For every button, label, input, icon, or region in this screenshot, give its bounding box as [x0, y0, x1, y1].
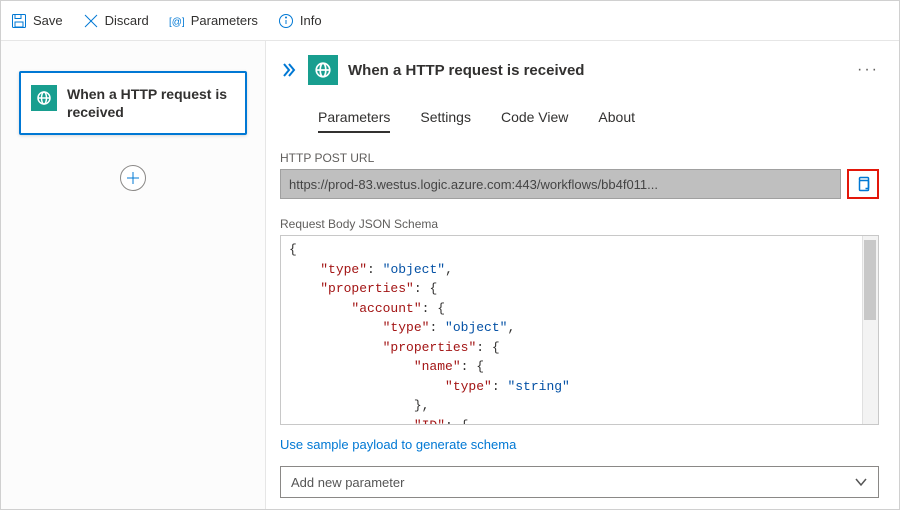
json-schema-editor[interactable]: { "type": "object", "properties": { "acc… — [280, 235, 879, 425]
discard-button[interactable]: Discard — [83, 13, 149, 29]
collapse-panel-button[interactable] — [280, 61, 298, 79]
properties-panel: When a HTTP request is received ··· Para… — [266, 41, 899, 509]
parameters-button[interactable]: [@] Parameters — [169, 13, 258, 29]
parameters-label: Parameters — [191, 13, 258, 28]
info-label: Info — [300, 13, 322, 28]
http-post-url-label: HTTP POST URL — [280, 151, 879, 165]
svg-text:[@]: [@] — [169, 17, 185, 28]
http-trigger-icon — [31, 85, 57, 111]
info-button[interactable]: Info — [278, 13, 322, 29]
discard-icon — [83, 13, 99, 29]
plus-icon — [126, 171, 140, 185]
save-button[interactable]: Save — [11, 13, 63, 29]
tab-code-view[interactable]: Code View — [501, 103, 568, 133]
panel-more-button[interactable]: ··· — [857, 61, 879, 79]
double-chevron-right-icon — [280, 61, 298, 79]
designer-canvas: When a HTTP request is received — [1, 41, 266, 509]
discard-label: Discard — [105, 13, 149, 28]
editor-scrollbar[interactable] — [862, 236, 878, 424]
parameters-icon: [@] — [169, 13, 185, 29]
http-post-url-field[interactable]: https://prod-83.westus.logic.azure.com:4… — [280, 169, 841, 199]
tab-parameters[interactable]: Parameters — [318, 103, 390, 133]
use-sample-payload-link[interactable]: Use sample payload to generate schema — [280, 437, 516, 452]
trigger-card-title: When a HTTP request is received — [67, 85, 235, 121]
add-new-parameter-dropdown[interactable]: Add new parameter — [280, 466, 879, 498]
tab-about[interactable]: About — [598, 103, 635, 133]
save-label: Save — [33, 13, 63, 28]
top-toolbar: Save Discard [@] Parameters Info — [1, 1, 899, 41]
save-icon — [11, 13, 27, 29]
trigger-card[interactable]: When a HTTP request is received — [19, 71, 247, 135]
panel-title: When a HTTP request is received — [348, 62, 584, 79]
info-icon — [278, 13, 294, 29]
http-trigger-icon — [308, 55, 338, 85]
copy-icon — [855, 176, 871, 192]
panel-tabs: Parameters Settings Code View About — [318, 103, 879, 133]
add-step-button[interactable] — [120, 165, 146, 191]
add-new-parameter-label: Add new parameter — [291, 475, 404, 490]
copy-url-button[interactable] — [847, 169, 879, 199]
chevron-down-icon — [854, 475, 868, 489]
schema-label: Request Body JSON Schema — [280, 217, 879, 231]
tab-settings[interactable]: Settings — [420, 103, 471, 133]
